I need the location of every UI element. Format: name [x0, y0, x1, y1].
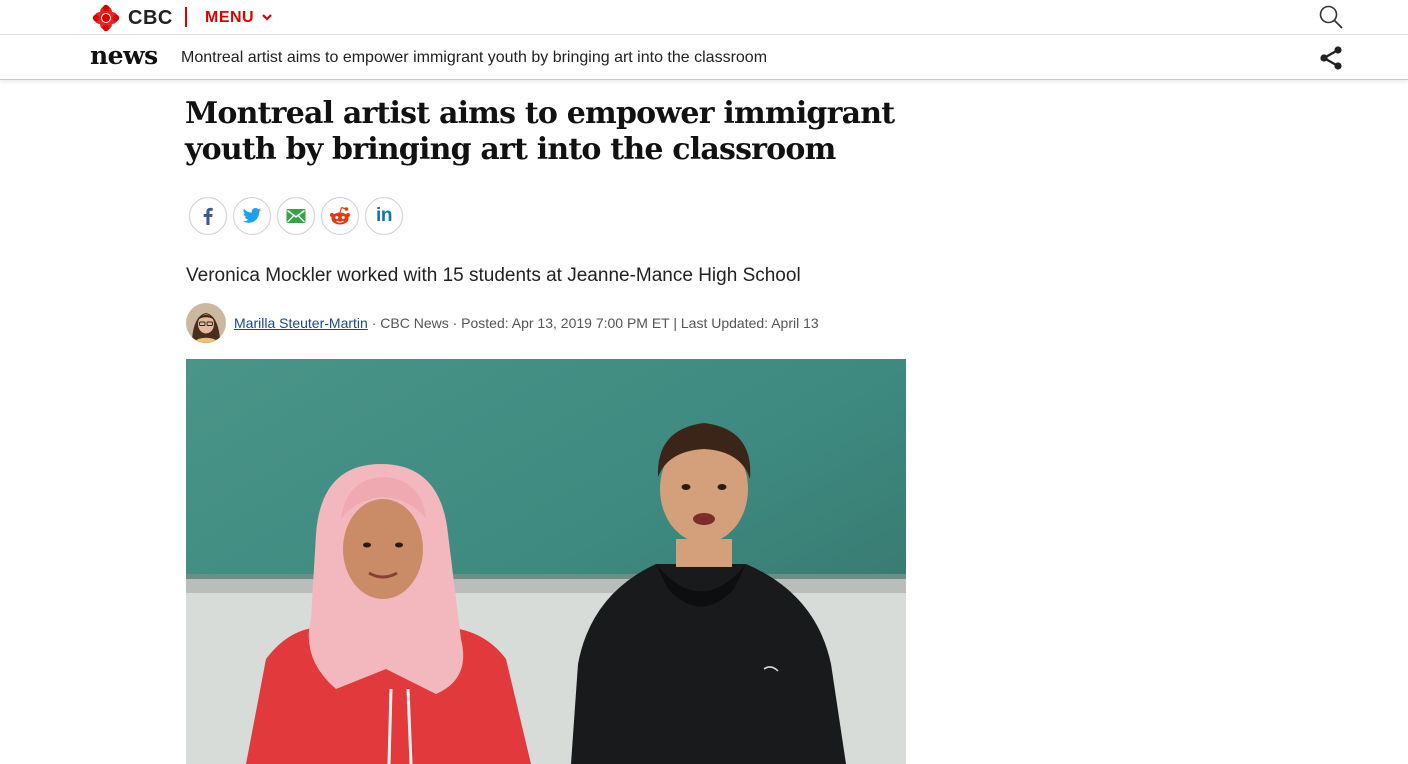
- cbc-gem-logo-icon[interactable]: [92, 4, 120, 32]
- author-avatar[interactable]: [186, 303, 226, 343]
- share-email-button[interactable]: [277, 197, 315, 235]
- reddit-icon: [330, 206, 350, 225]
- share-twitter-button[interactable]: [233, 197, 271, 235]
- share-linkedin-button[interactable]: in: [365, 197, 403, 235]
- twitter-icon: [242, 208, 262, 223]
- share-facebook-button[interactable]: [189, 197, 227, 235]
- article-hero-image[interactable]: [186, 359, 906, 764]
- top-navigation-bar: CBC MENU: [0, 0, 1408, 35]
- article-deck: Veronica Mockler worked with 15 students…: [186, 265, 801, 286]
- chevron-down-icon[interactable]: [261, 12, 273, 22]
- cbc-brand-text[interactable]: CBC: [128, 7, 173, 30]
- linkedin-icon: in: [376, 205, 392, 226]
- email-icon: [286, 209, 306, 223]
- share-icon[interactable]: [1318, 45, 1344, 71]
- brand-divider: [185, 7, 187, 27]
- byline-text: Marilla Steuter-Martin · CBC News · Post…: [234, 315, 819, 331]
- section-header-bar: news Montreal artist aims to empower imm…: [0, 35, 1408, 80]
- search-icon[interactable]: [1318, 4, 1344, 30]
- news-section-logo[interactable]: news: [90, 41, 158, 70]
- social-share-bar: in: [189, 197, 403, 235]
- byline-meta: · CBC News · Posted: Apr 13, 2019 7:00 P…: [367, 315, 819, 331]
- author-link[interactable]: Marilla Steuter-Martin: [234, 315, 368, 331]
- article-headline: Montreal artist aims to empower immigran…: [185, 96, 895, 167]
- menu-button[interactable]: MENU: [205, 9, 254, 27]
- facebook-icon: [203, 207, 213, 225]
- sticky-headline: Montreal artist aims to empower immigran…: [181, 49, 768, 66]
- share-reddit-button[interactable]: [321, 197, 359, 235]
